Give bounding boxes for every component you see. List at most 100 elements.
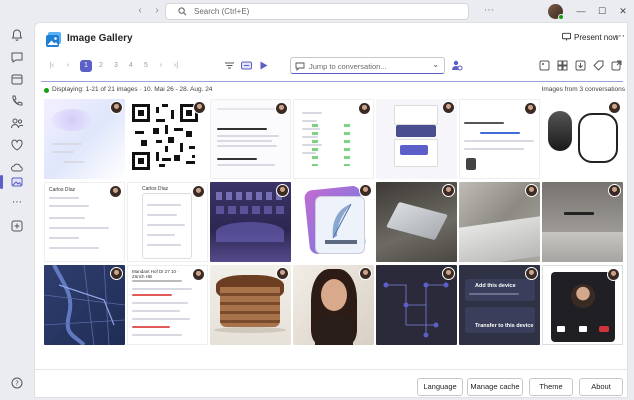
display-range-text: Displaying: 1-21 of 21 images · 10. Mai …	[52, 86, 213, 93]
sender-avatar	[607, 268, 620, 281]
manage-cache-button[interactable]: Manage cache	[467, 378, 523, 396]
page-1-button[interactable]: 1	[80, 60, 92, 72]
sender-avatar	[525, 267, 538, 280]
sender-avatar	[442, 184, 455, 197]
sender-avatar	[358, 102, 371, 115]
image-thumbnail[interactable]: Add this device Transfer to this device	[459, 265, 540, 345]
tag-icon[interactable]	[592, 59, 605, 72]
image-thumbnail[interactable]	[127, 99, 208, 179]
image-thumbnail[interactable]: Carlos Díaz	[127, 182, 208, 262]
conversation-count-text: Images from 3 conversations	[541, 86, 625, 93]
calls-icon[interactable]	[10, 94, 24, 108]
more-options-icon[interactable]: ⋯	[482, 4, 496, 18]
image-thumbnail[interactable]	[293, 182, 374, 262]
image-thumbnail[interactable]	[210, 99, 291, 179]
image-thumbnail[interactable]	[210, 265, 291, 345]
select-images-icon[interactable]	[538, 59, 551, 72]
back-arrow-icon[interactable]: ‹	[133, 4, 147, 18]
image-thumbnail[interactable]	[44, 99, 125, 179]
cloud-icon[interactable]	[10, 160, 24, 174]
image-thumbnail[interactable]	[376, 99, 457, 179]
jump-to-conversation-select[interactable]: Jump to conversation... ⌄	[290, 57, 445, 74]
search-input[interactable]: Search (Ctrl+E)	[165, 3, 469, 20]
theme-button[interactable]: Theme	[529, 378, 573, 396]
image-thumbnail[interactable]	[376, 182, 457, 262]
conversation-icon	[295, 62, 305, 71]
status-row: Displaying: 1-21 of 21 images · 10. Mai …	[35, 85, 627, 97]
image-thumbnail[interactable]	[542, 265, 623, 345]
image-thumbnail[interactable]	[210, 182, 291, 262]
image-thumbnail[interactable]: Mandant Hof DI 27 10 · Zürich HB	[127, 265, 208, 345]
page-4-button[interactable]: 4	[126, 60, 136, 72]
page-2-button[interactable]: 2	[96, 60, 106, 72]
apps-heart-icon[interactable]	[10, 138, 24, 152]
sender-avatar	[359, 267, 372, 280]
feather-icon	[325, 203, 357, 244]
calendar-icon[interactable]	[10, 72, 24, 86]
minimize-icon[interactable]: —	[574, 4, 588, 18]
close-icon[interactable]: ✕	[616, 4, 630, 18]
contact-name: Carlos Díaz	[142, 186, 169, 192]
search-icon	[178, 7, 187, 16]
chevron-down-icon: ⌄	[432, 60, 439, 69]
image-thumbnail[interactable]	[459, 99, 540, 179]
sender-avatar	[110, 267, 123, 280]
more-apps-icon[interactable]: ⋯	[10, 197, 24, 211]
forward-arrow-icon[interactable]: ›	[150, 4, 164, 18]
page-3-button[interactable]: 3	[111, 60, 121, 72]
download-icon[interactable]	[574, 59, 587, 72]
maximize-icon[interactable]: ☐	[595, 4, 609, 18]
transfer-device-text: Transfer to this device	[475, 323, 534, 329]
footer: Language Manage cache Theme About	[35, 369, 627, 397]
sender-avatar	[442, 101, 455, 114]
gallery-app-icon[interactable]	[10, 175, 24, 189]
app-more-button[interactable]: ⋯	[615, 31, 625, 42]
language-button[interactable]: Language	[417, 378, 463, 396]
sender-avatar	[524, 102, 537, 115]
help-icon[interactable]: ?	[10, 376, 24, 390]
contact-name: Carlos Díaz	[49, 187, 76, 193]
ticket-text: Mandant Hof DI 27 10 · Zürich HB	[132, 269, 179, 279]
about-button[interactable]: About	[579, 378, 623, 396]
image-thumbnail[interactable]: Carlos Díaz	[44, 182, 125, 262]
play-icon[interactable]	[257, 59, 270, 72]
present-icon	[562, 32, 571, 41]
prev-page-icon[interactable]: ‹	[63, 60, 73, 72]
present-now-label: Present now	[574, 33, 619, 42]
people-icon[interactable]	[10, 116, 24, 130]
sender-avatar	[110, 101, 123, 114]
app-rail: ⋯ ?	[0, 22, 34, 400]
page-5-button[interactable]: 5	[141, 60, 151, 72]
image-thumbnail[interactable]	[542, 99, 623, 179]
slideshow-icon[interactable]	[240, 59, 253, 72]
sender-avatar	[109, 185, 122, 198]
image-thumbnail[interactable]	[459, 182, 540, 262]
sender-avatar	[275, 102, 288, 115]
image-thumbnail[interactable]	[376, 265, 457, 345]
present-now-button[interactable]: Present now	[562, 32, 618, 46]
filter-icon[interactable]	[223, 59, 236, 72]
grid-view-icon[interactable]	[556, 59, 569, 72]
next-page-icon[interactable]: ›	[156, 60, 166, 72]
title-bar: ‹ › Search (Ctrl+E) ⋯ — ☐ ✕	[0, 0, 634, 22]
search-placeholder: Search (Ctrl+E)	[194, 7, 250, 16]
active-indicator	[0, 175, 3, 189]
first-page-icon[interactable]: |‹	[47, 60, 57, 72]
activity-bell-icon[interactable]	[10, 28, 24, 42]
sender-avatar	[193, 101, 206, 114]
image-thumbnail[interactable]	[293, 265, 374, 345]
chat-icon[interactable]	[10, 50, 24, 64]
profile-avatar[interactable]	[548, 4, 564, 20]
sender-avatar	[359, 184, 372, 197]
last-page-icon[interactable]: ›|	[171, 60, 181, 72]
image-thumbnail[interactable]	[293, 99, 374, 179]
jump-placeholder: Jump to conversation...	[309, 62, 387, 71]
image-thumbnail[interactable]	[542, 182, 623, 262]
toolbar-divider	[41, 81, 623, 82]
image-thumbnail[interactable]	[44, 265, 125, 345]
person-add-icon[interactable]	[450, 59, 463, 72]
toolbar: |‹ ‹ 1 2 3 4 5 › ›| Jump to conversation…	[35, 55, 627, 77]
online-status-dot	[558, 14, 564, 20]
add-app-icon[interactable]	[10, 219, 24, 233]
open-external-icon[interactable]	[610, 59, 623, 72]
